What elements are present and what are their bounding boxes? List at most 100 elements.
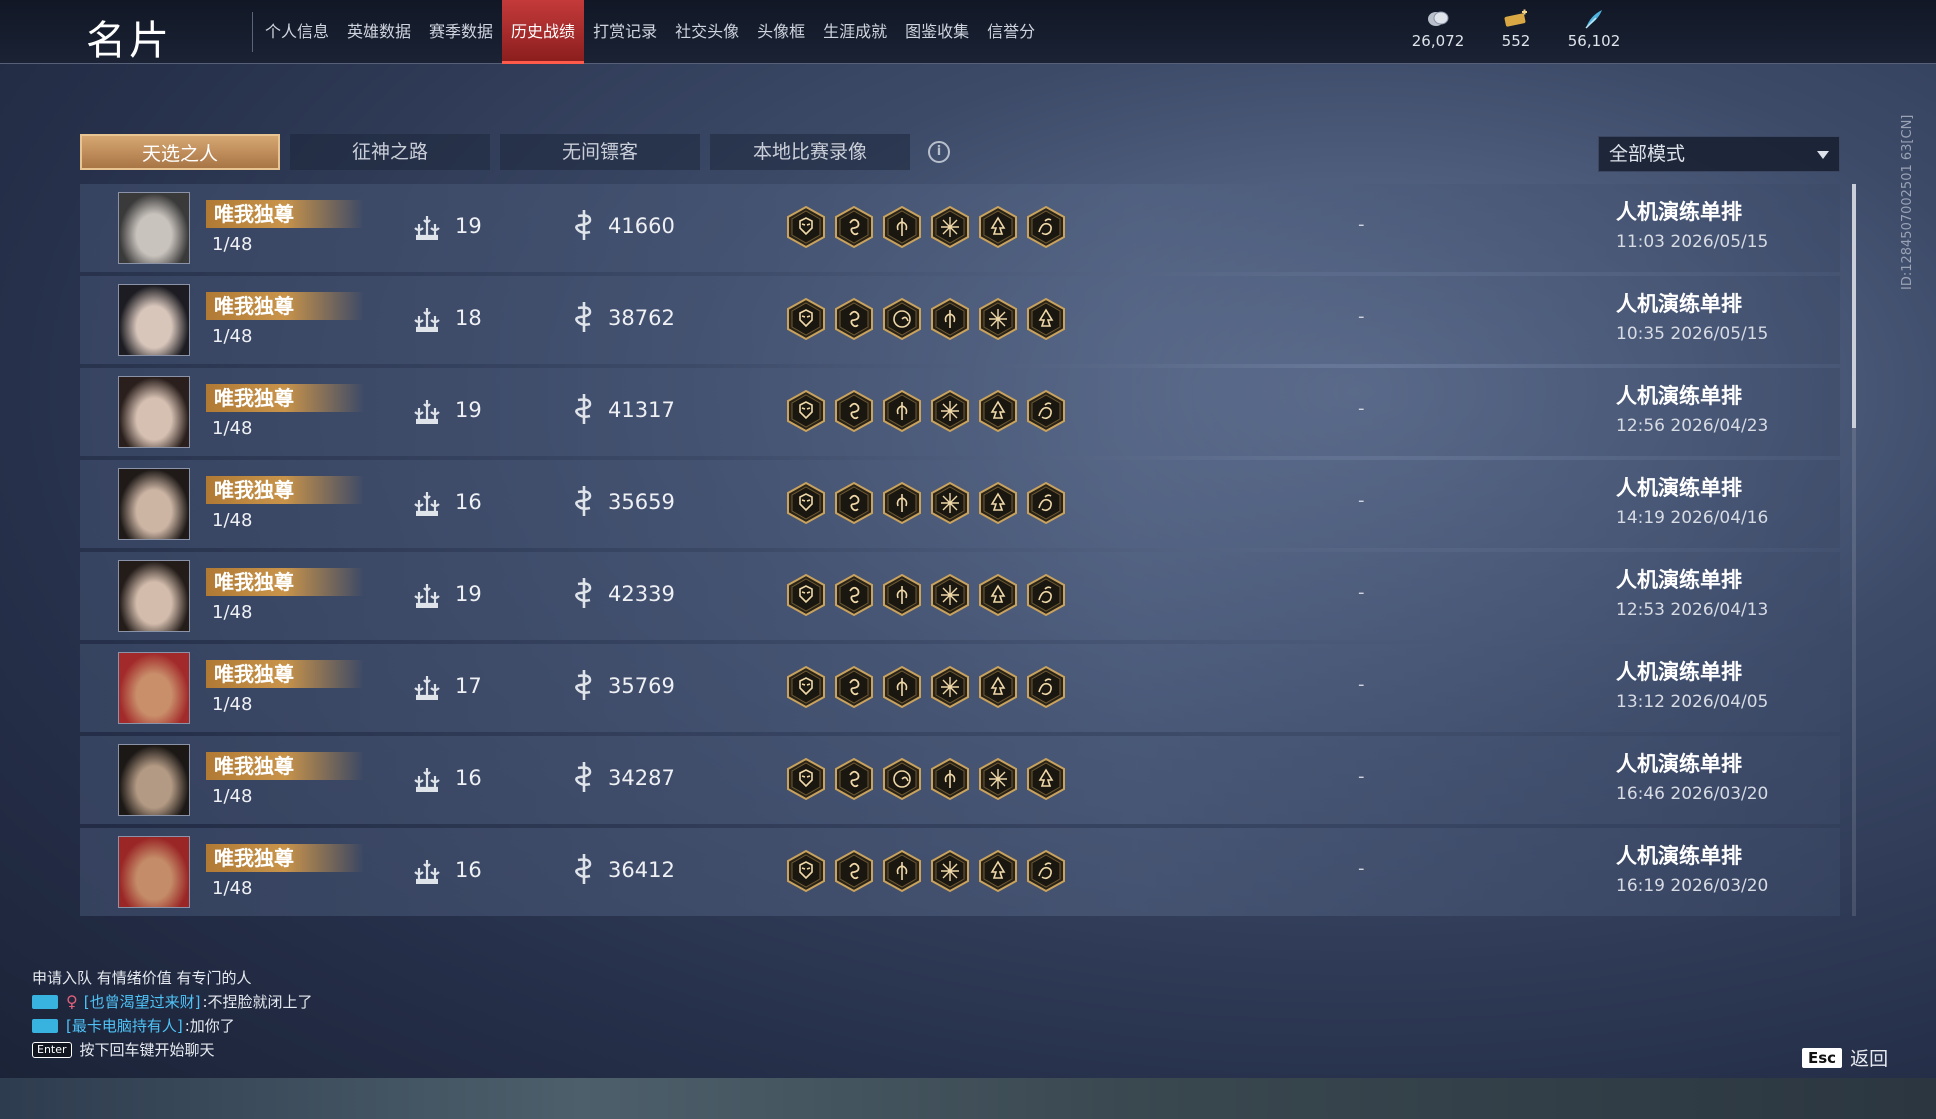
burst-icon[interactable] (930, 848, 970, 894)
swirl-icon[interactable] (834, 756, 874, 802)
chat-sender[interactable]: [最卡电脑持有人] (66, 1014, 183, 1038)
nav-tab[interactable]: 生涯成就 (814, 0, 896, 64)
match-mode: 人机演练单排 (1616, 200, 1742, 224)
currency-bar: 26,072 552 56,102 (1410, 8, 1622, 50)
vine-icon[interactable] (882, 664, 922, 710)
demon-mask-icon[interactable] (786, 572, 826, 618)
subtab[interactable]: 征神之路 (290, 134, 490, 170)
burst-icon[interactable] (930, 388, 970, 434)
nav-tab[interactable]: 信誉分 (978, 0, 1044, 64)
swirl-icon[interactable] (834, 388, 874, 434)
match-result: - (1358, 398, 1365, 419)
nav-tab[interactable]: 头像框 (748, 0, 814, 64)
vine-icon[interactable] (882, 204, 922, 250)
nav-tab[interactable]: 历史战绩 (502, 0, 585, 64)
demon-mask-icon[interactable] (786, 848, 826, 894)
talent-list (786, 756, 1066, 802)
demon-mask-icon[interactable] (786, 388, 826, 434)
demon-mask-icon[interactable] (786, 480, 826, 526)
flame-icon[interactable] (1026, 756, 1066, 802)
subtab[interactable]: 无间镖客 (500, 134, 700, 170)
flame-icon[interactable] (978, 848, 1018, 894)
score-icon (570, 392, 598, 430)
rank-badge: 唯我独尊 (206, 660, 364, 688)
back-button[interactable]: Esc 返回 (1802, 1044, 1888, 1071)
chat-input-hint[interactable]: Enter 按下回车键开始聊天 (32, 1038, 313, 1062)
match-row[interactable]: 唯我独尊 1/48 18 38762 - 人机演练单排 10:35 2026/05/15 (80, 276, 1840, 364)
chevron-down-icon (1817, 151, 1829, 159)
wave-icon[interactable] (1026, 572, 1066, 618)
wave-icon[interactable] (1026, 848, 1066, 894)
vine-icon[interactable] (930, 756, 970, 802)
match-row[interactable]: 唯我独尊 1/48 19 41317 - 人机演练单排 12:56 2026/04/23 (80, 368, 1840, 456)
info-icon[interactable]: i (928, 141, 950, 163)
wave-icon[interactable] (1026, 204, 1066, 250)
scrollbar[interactable] (1852, 184, 1856, 916)
vine-icon[interactable] (882, 572, 922, 618)
vine-icon[interactable] (882, 480, 922, 526)
flame-icon[interactable] (978, 664, 1018, 710)
flame-icon[interactable] (978, 480, 1018, 526)
mode-select[interactable]: 全部模式 (1598, 136, 1840, 172)
match-mode: 人机演练单排 (1616, 568, 1742, 592)
currency-value: 552 (1501, 32, 1531, 50)
demon-mask-icon[interactable] (786, 664, 826, 710)
match-mode: 人机演练单排 (1616, 660, 1742, 684)
female-icon: ♀ (66, 992, 78, 1011)
flame-icon[interactable] (978, 388, 1018, 434)
match-mode: 人机演练单排 (1616, 752, 1742, 776)
subtab[interactable]: 天选之人 (80, 134, 280, 170)
feather-icon (1581, 8, 1607, 30)
swirl-icon[interactable] (834, 572, 874, 618)
vine-icon[interactable] (930, 296, 970, 342)
swirl-icon[interactable] (834, 848, 874, 894)
wave-icon[interactable] (1026, 664, 1066, 710)
vine-icon[interactable] (882, 848, 922, 894)
swirl-icon[interactable] (834, 480, 874, 526)
swirl-icon[interactable] (834, 664, 874, 710)
flame-icon[interactable] (1026, 296, 1066, 342)
wave-icon[interactable] (1026, 480, 1066, 526)
burst-icon[interactable] (930, 572, 970, 618)
match-time: 16:46 2026/03/20 (1616, 784, 1769, 804)
burst-icon[interactable] (930, 480, 970, 526)
burst-icon[interactable] (930, 664, 970, 710)
match-row[interactable]: 唯我独尊 1/48 16 34287 - 人机演练单排 16:46 2026/03/20 (80, 736, 1840, 824)
spiral-icon[interactable] (882, 296, 922, 342)
burst-icon[interactable] (930, 204, 970, 250)
flame-icon[interactable] (978, 204, 1018, 250)
match-row[interactable]: 唯我独尊 1/48 19 41660 - 人机演练单排 11:03 2026/05/15 (80, 184, 1840, 272)
chat-sender[interactable]: [也曾渴望过来财] (84, 990, 201, 1014)
match-row[interactable]: 唯我独尊 1/48 19 42339 - 人机演练单排 12:53 2026/04/13 (80, 552, 1840, 640)
wave-icon[interactable] (1026, 388, 1066, 434)
score-value: 35769 (608, 674, 675, 698)
subtab[interactable]: 本地比赛录像 (710, 134, 910, 170)
demon-mask-icon[interactable] (786, 756, 826, 802)
nav-tab[interactable]: 社交头像 (666, 0, 748, 64)
score-icon (570, 484, 598, 522)
score-icon (570, 852, 598, 890)
nav-tab[interactable]: 英雄数据 (338, 0, 420, 64)
nav-tab[interactable]: 个人信息 (256, 0, 338, 64)
demon-mask-icon[interactable] (786, 296, 826, 342)
burst-icon[interactable] (978, 296, 1018, 342)
placement: 1/48 (212, 326, 253, 347)
spiral-icon[interactable] (882, 756, 922, 802)
nav-tab[interactable]: 图鉴收集 (896, 0, 978, 64)
nav-tab[interactable]: 打赏记录 (584, 0, 666, 64)
match-row[interactable]: 唯我独尊 1/48 16 36412 - 人机演练单排 16:19 2026/03/20 (80, 828, 1840, 916)
swirl-icon[interactable] (834, 296, 874, 342)
kills-icon (410, 486, 444, 522)
kills-count: 19 (455, 214, 482, 238)
match-row[interactable]: 唯我独尊 1/48 17 35769 - 人机演练单排 13:12 2026/04/05 (80, 644, 1840, 732)
match-mode: 人机演练单排 (1616, 292, 1742, 316)
demon-mask-icon[interactable] (786, 204, 826, 250)
kills-count: 16 (455, 766, 482, 790)
scrollbar-thumb[interactable] (1852, 184, 1856, 428)
swirl-icon[interactable] (834, 204, 874, 250)
burst-icon[interactable] (978, 756, 1018, 802)
nav-tab[interactable]: 赛季数据 (420, 0, 502, 64)
flame-icon[interactable] (978, 572, 1018, 618)
match-row[interactable]: 唯我独尊 1/48 16 35659 - 人机演练单排 14:19 2026/04/16 (80, 460, 1840, 548)
vine-icon[interactable] (882, 388, 922, 434)
